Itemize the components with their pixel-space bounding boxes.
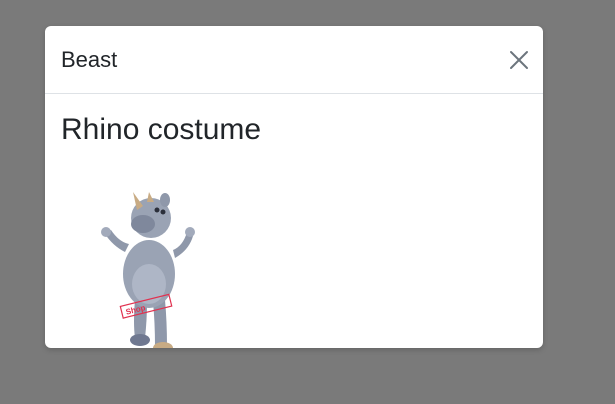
modal-title: Beast bbox=[61, 47, 118, 72]
close-button[interactable] bbox=[507, 48, 531, 72]
item-title: Rhino costume bbox=[61, 113, 262, 146]
modal-header: Beast bbox=[45, 26, 543, 94]
rhino-costume-image: Shop bbox=[101, 192, 195, 348]
close-icon bbox=[510, 51, 528, 69]
modal-body: Rhino costume Shop bbox=[45, 94, 543, 348]
modal-dialog: Beast Rhino costume Shop bbox=[45, 26, 543, 348]
